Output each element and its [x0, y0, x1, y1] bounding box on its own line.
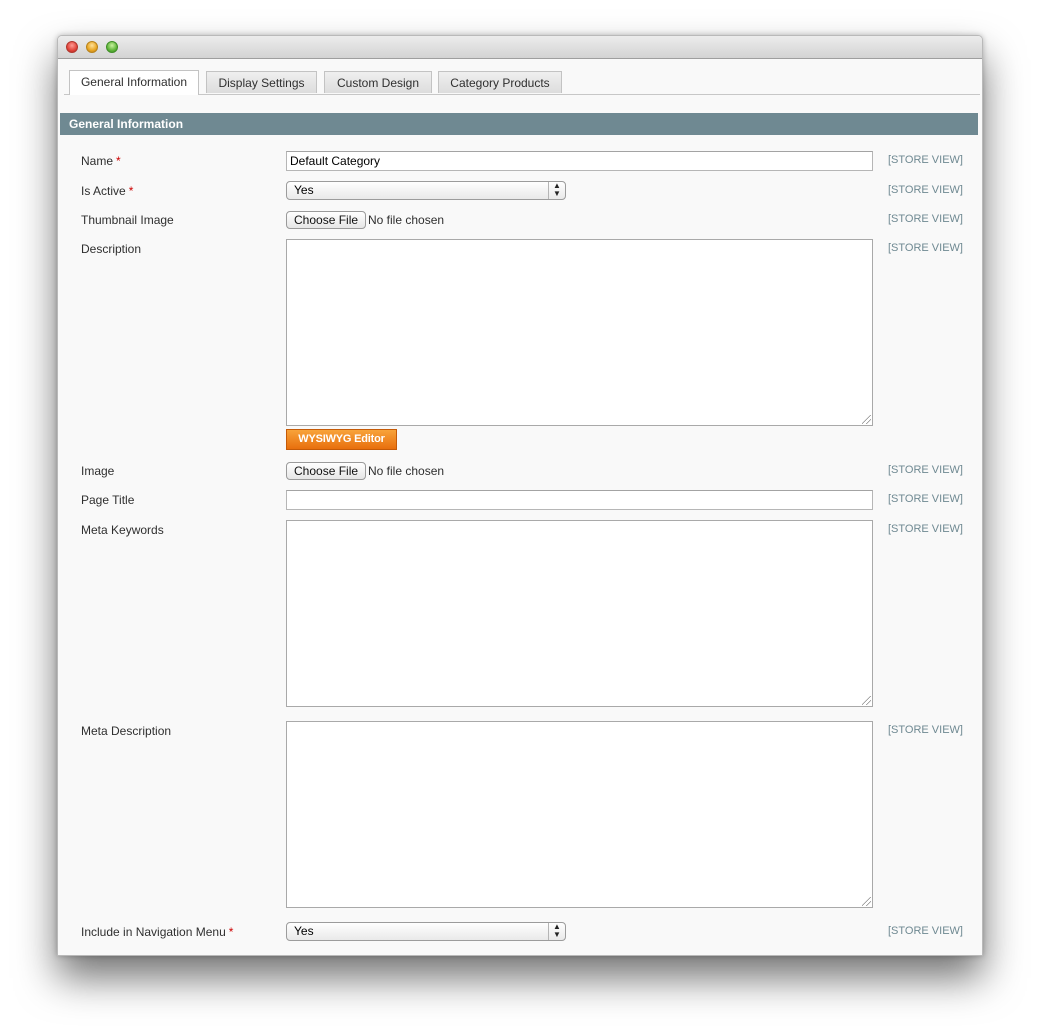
- scope-label-include-in-navigation: [STORE VIEW]: [888, 925, 963, 937]
- select-arrows-icon: ▲ ▼: [548, 182, 565, 199]
- meta-keywords-textarea[interactable]: [286, 520, 873, 707]
- scope-label-image: [STORE VIEW]: [888, 464, 963, 476]
- include-in-navigation-label: Include in Navigation Menu *: [81, 925, 234, 939]
- description-textarea[interactable]: [286, 239, 873, 426]
- thumbnail-file-status: No file chosen: [368, 213, 445, 227]
- scope-label-description: [STORE VIEW]: [888, 242, 963, 254]
- page-title-label: Page Title: [81, 493, 135, 507]
- include-in-navigation-value: Yes: [294, 924, 314, 938]
- meta-description-label: Meta Description: [81, 724, 172, 738]
- include-in-navigation-select[interactable]: Yes ▲ ▼: [286, 922, 566, 941]
- resize-grip-icon[interactable]: [862, 897, 871, 906]
- resize-grip-icon[interactable]: [862, 415, 871, 424]
- select-arrows-icon: ▲ ▼: [548, 923, 565, 940]
- scope-label-meta-description: [STORE VIEW]: [888, 724, 963, 736]
- is-active-label: Is Active *: [81, 184, 134, 198]
- name-label: Name *: [81, 154, 121, 168]
- thumbnail-image-label: Thumbnail Image: [81, 213, 174, 227]
- scope-label-name: [STORE VIEW]: [888, 154, 963, 166]
- section-header: General Information: [60, 113, 978, 135]
- tab-custom-design[interactable]: Custom Design: [324, 71, 432, 93]
- required-marker: *: [228, 925, 234, 939]
- image-file-status: No file chosen: [368, 464, 445, 478]
- wysiwyg-editor-button[interactable]: WYSIWYG Editor: [286, 429, 397, 450]
- tab-category-products[interactable]: Category Products: [438, 71, 562, 93]
- is-active-select[interactable]: Yes ▲ ▼: [286, 181, 566, 200]
- scope-label-meta-keywords: [STORE VIEW]: [888, 523, 963, 535]
- image-label: Image: [81, 464, 115, 478]
- is-active-value: Yes: [294, 183, 314, 197]
- zoom-window-icon[interactable]: [106, 41, 118, 53]
- tab-general-information[interactable]: General Information: [69, 70, 199, 95]
- image-choose-file-button[interactable]: Choose File: [286, 462, 367, 480]
- scope-label-is-active: [STORE VIEW]: [888, 184, 963, 196]
- tab-bar-divider: [64, 94, 980, 95]
- browser-window: General Information Display Settings Cus…: [57, 35, 983, 956]
- close-window-icon[interactable]: [66, 41, 78, 53]
- required-marker: *: [116, 154, 121, 168]
- scope-label-thumbnail: [STORE VIEW]: [888, 213, 963, 225]
- description-label: Description: [81, 242, 142, 256]
- window-titlebar: [58, 36, 982, 59]
- minimize-window-icon[interactable]: [86, 41, 98, 53]
- name-input[interactable]: Default Category: [286, 151, 873, 171]
- page-title-input[interactable]: [286, 490, 873, 510]
- scope-label-page-title: [STORE VIEW]: [888, 493, 963, 505]
- tab-display-settings[interactable]: Display Settings: [206, 71, 317, 93]
- meta-description-textarea[interactable]: [286, 721, 873, 908]
- resize-grip-icon[interactable]: [862, 696, 871, 705]
- required-marker: *: [128, 184, 134, 198]
- thumbnail-choose-file-button[interactable]: Choose File: [286, 211, 367, 229]
- meta-keywords-label: Meta Keywords: [81, 523, 164, 537]
